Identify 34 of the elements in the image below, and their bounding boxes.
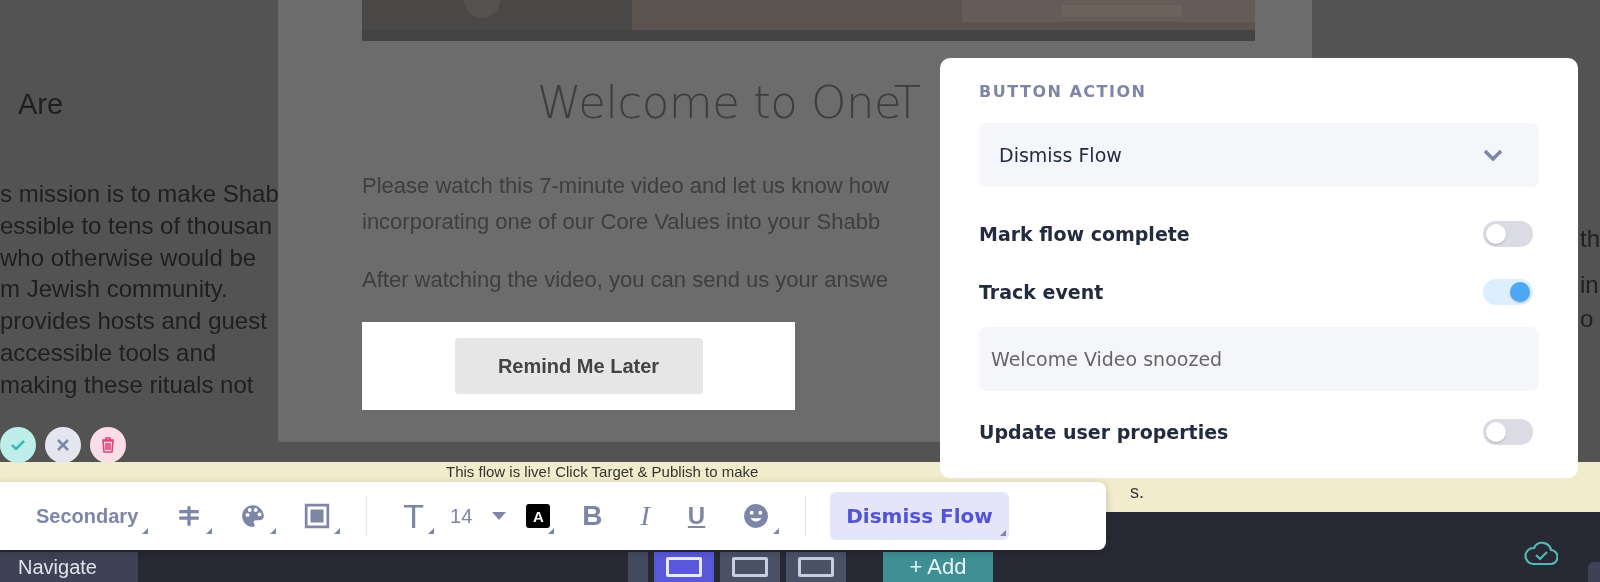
toggle-switch[interactable] (1483, 419, 1533, 445)
delete-button[interactable] (90, 427, 126, 463)
navigate-tab[interactable]: Navigate (0, 552, 138, 582)
font-size-value[interactable]: 14 (450, 504, 473, 528)
chevron-down-icon (1483, 149, 1503, 161)
italic-button[interactable]: I (628, 494, 662, 538)
banner-text: s. (1130, 482, 1144, 503)
event-name-field[interactable]: Welcome Video snoozed (979, 327, 1539, 391)
drag-handle[interactable] (628, 552, 648, 582)
step-thumbnail[interactable] (720, 552, 780, 582)
action-select[interactable]: Dismiss Flow (979, 123, 1539, 187)
cancel-button[interactable] (45, 427, 81, 463)
section-heading: BUTTON ACTION (979, 82, 1148, 101)
confirm-button[interactable] (0, 427, 36, 463)
toggle-switch[interactable] (1483, 279, 1533, 305)
emoji-icon (743, 503, 770, 529)
toggle-switch[interactable] (1483, 221, 1533, 247)
text-color-button[interactable]: A (520, 494, 557, 538)
action-button[interactable]: Dismiss Flow (830, 492, 1009, 540)
toggle-label: Track event (979, 281, 1104, 303)
step-thumbnail[interactable] (786, 552, 846, 582)
remind-button[interactable]: Remind Me Later (454, 338, 703, 394)
bold-button[interactable]: B (570, 494, 615, 538)
toggle-label: Update user properties (979, 421, 1229, 443)
style-dropdown[interactable]: Secondary (24, 494, 151, 538)
font-button[interactable]: T (391, 494, 437, 538)
palette-icon (240, 503, 267, 529)
frame-icon (304, 503, 331, 529)
step-thumbnail[interactable] (654, 552, 714, 582)
underline-button[interactable]: U (675, 494, 718, 538)
toggle-label: Mark flow complete (979, 223, 1190, 245)
cloud-check-icon (1524, 540, 1558, 566)
banner-text: This flow is live! Click Target & Publish to make (446, 463, 759, 480)
add-button[interactable]: + Add (883, 552, 993, 582)
